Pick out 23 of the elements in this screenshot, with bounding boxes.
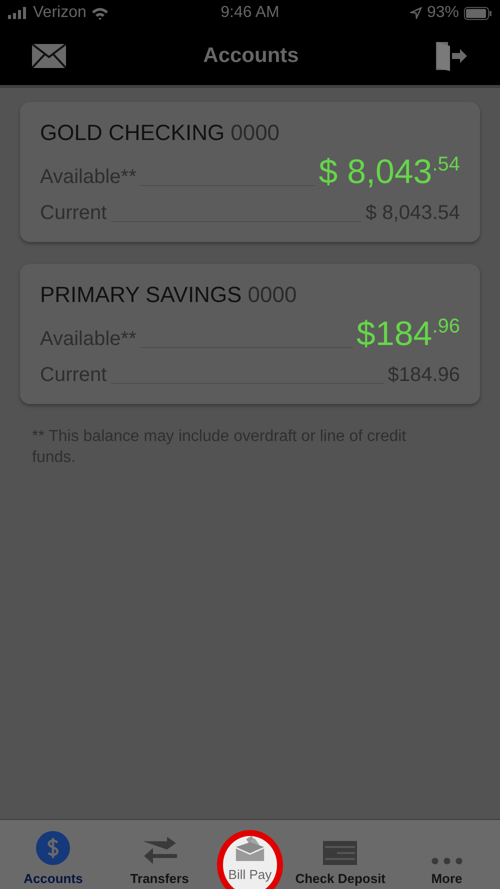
- status-time: 9:46 AM: [220, 4, 280, 22]
- dollar-icon: [36, 831, 70, 865]
- location-icon: [410, 7, 422, 19]
- tab-item[interactable]: More: [398, 824, 496, 886]
- available-balance: $ 8,043$^{.54}$: [318, 153, 460, 192]
- tab-item[interactable]: Check Deposit: [291, 824, 390, 886]
- wifi-icon: [91, 6, 110, 20]
- battery-percent: 93%: [426, 4, 459, 22]
- swap-arrows-icon: [142, 837, 177, 865]
- more-dots-icon: [430, 857, 463, 865]
- account-name: PRIMARY SAVINGS: [40, 282, 242, 308]
- battery-icon: [464, 6, 492, 20]
- account-name: GOLD CHECKING: [40, 120, 225, 146]
- tab-item[interactable]: Bill Pay: [216, 830, 283, 889]
- available-balance: $184$^{.96}$: [356, 315, 460, 354]
- screen-title: Accounts: [203, 44, 299, 68]
- signal-icon: [8, 7, 28, 19]
- logout-door-icon[interactable]: [436, 40, 468, 70]
- mail-icon[interactable]: [32, 44, 66, 68]
- carrier-name: Verizon: [33, 4, 86, 22]
- tab-item[interactable]: Transfers: [110, 824, 209, 886]
- tab-item[interactable]: Accounts: [4, 824, 102, 886]
- check-icon: [323, 841, 358, 865]
